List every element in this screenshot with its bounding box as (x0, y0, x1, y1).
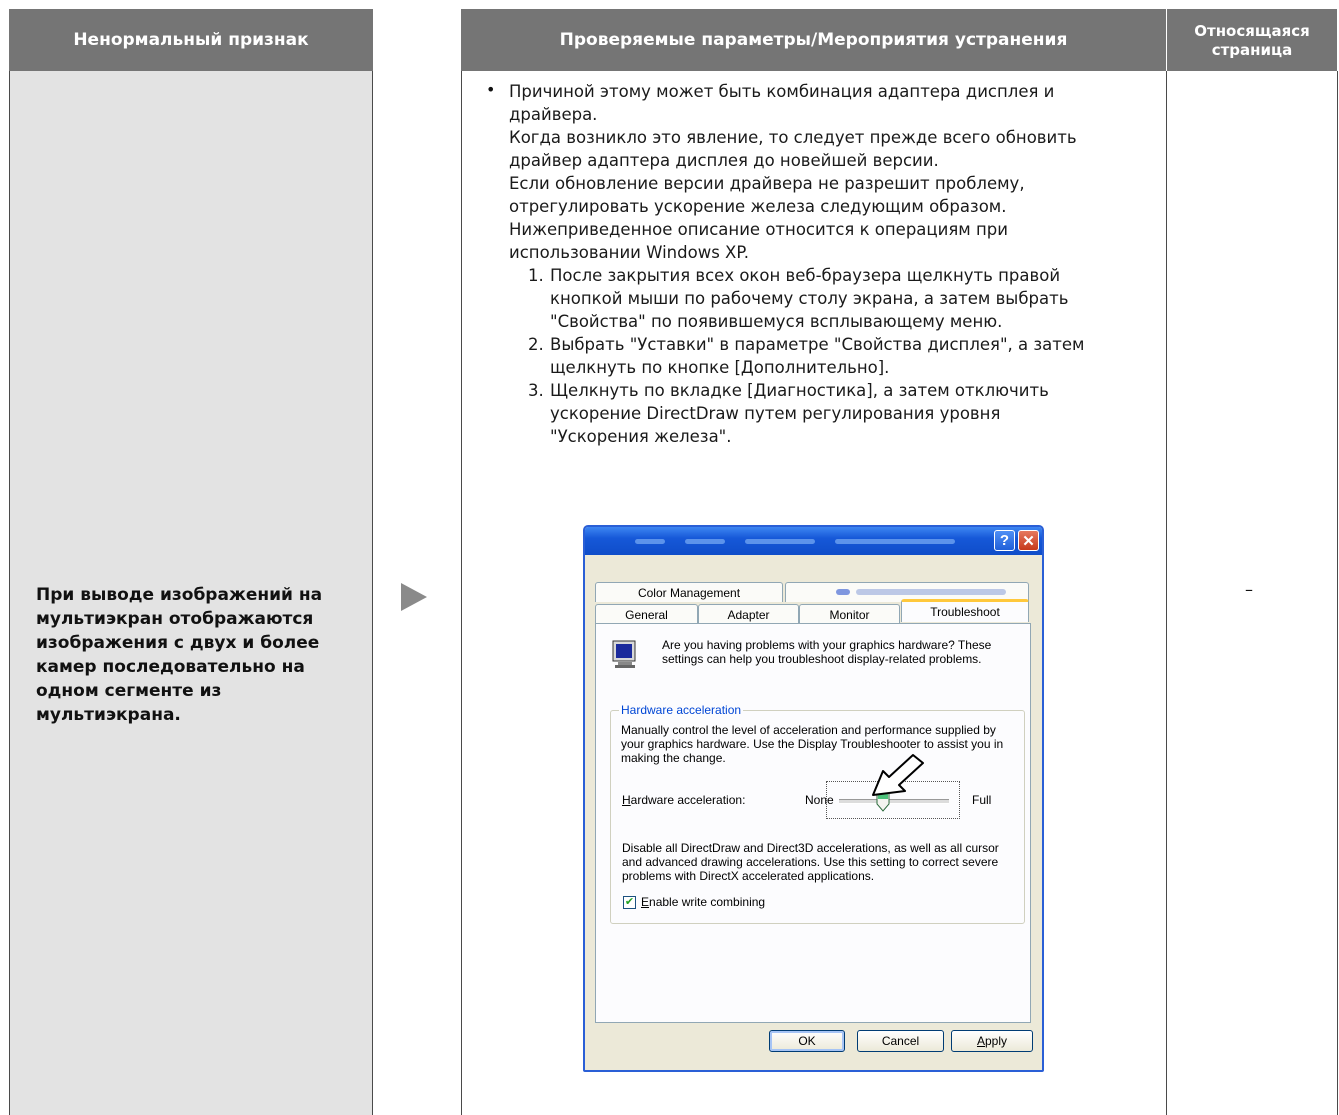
remedy-intro: Причиной этому может быть комбинация ада… (488, 80, 1158, 264)
step-line: "Ускорения железа". (550, 427, 732, 446)
pointer-arrow-icon (872, 754, 924, 796)
step-number: 1. (528, 266, 544, 285)
step-line: "Свойства" по появившемуся всплывающему … (550, 312, 1003, 331)
slider-label: Hardware acceleration: (622, 793, 745, 807)
header-symptom: Ненормальный признак (9, 9, 373, 71)
step-item: 1. После закрытия всех окон веб-браузера… (488, 264, 1158, 333)
step-line: ускорение DirectDraw путем регулирования… (550, 404, 1001, 423)
blurred-title-fragment (835, 539, 955, 544)
step-line: кнопкой мыши по рабочему столу экрана, а… (550, 289, 1069, 308)
close-icon[interactable]: ✕ (1018, 530, 1039, 551)
step-line: Выбрать "Уставки" в параметре "Свойства … (550, 335, 1085, 354)
blurred-tab-icon (836, 589, 850, 595)
cancel-button[interactable]: Cancel (857, 1030, 944, 1052)
group-label: Hardware acceleration (619, 703, 744, 717)
write-combining-row[interactable]: ✔ Enable write combining (623, 895, 765, 909)
display-properties-dialog: ? ✕ Color Management General Adapter Mon… (583, 525, 1044, 1072)
remedy-line: использовании Windows XP. (509, 243, 749, 262)
step-number: 3. (528, 381, 544, 400)
remedy-line: отрегулировать ускорение железа следующи… (509, 197, 1007, 216)
apply-label-text: pply (985, 1034, 1008, 1048)
remedy-line: драйвер адаптера дисплея до новейшей вер… (509, 151, 939, 170)
tab-troubleshoot[interactable]: Troubleshoot (901, 599, 1029, 622)
group-description: Manually control the level of accelerati… (621, 723, 1004, 765)
disable-description: Disable all DirectDraw and Direct3D acce… (622, 841, 999, 883)
symptom-text: При выводе изображений на мультиэкран от… (36, 585, 323, 725)
steps-list: 1. После закрытия всех окон веб-браузера… (488, 264, 1158, 448)
blurred-title-fragment (635, 539, 665, 544)
blurred-title-fragment (685, 539, 725, 544)
tab-monitor[interactable]: Monitor (799, 604, 900, 624)
remedy-text: Причиной этому может быть комбинация ада… (488, 80, 1158, 448)
step-item: 2. Выбрать "Уставки" в параметре "Свойст… (488, 333, 1158, 379)
step-item: 3. Щелкнуть по вкладке [Диагностика], а … (488, 379, 1158, 448)
dialog-titlebar[interactable]: ? ✕ (585, 527, 1042, 555)
symptom-column: При выводе изображений на мультиэкран от… (9, 71, 373, 1115)
ok-button[interactable]: OK (769, 1030, 845, 1052)
tab-color-management[interactable]: Color Management (595, 582, 783, 602)
blurred-title-fragment (745, 539, 815, 544)
tab-general[interactable]: General (595, 604, 698, 624)
play-arrow-icon (401, 583, 427, 611)
checkbox-label-text: nable write combining (649, 895, 766, 909)
tab-adapter[interactable]: Adapter (698, 604, 799, 624)
slider-label-text: ardware acceleration: (630, 793, 746, 807)
remedy-line: Когда возникло это явление, то следует п… (509, 128, 1077, 147)
blurred-tab-label (856, 589, 1006, 595)
monitor-icon (612, 640, 636, 668)
hardware-acceleration-group: Hardware acceleration Manually control t… (610, 703, 1025, 924)
step-line: Щелкнуть по вкладке [Диагностика], а зат… (550, 381, 1049, 400)
step-line: щелкнуть по кнопке [Дополнительно]. (550, 358, 890, 377)
remedy-line: драйвера. (509, 105, 598, 124)
page-reference: – (1245, 580, 1253, 599)
header-page: Относящаяся страница (1167, 9, 1337, 71)
step-line: После закрытия всех окон веб-браузера ще… (550, 266, 1061, 285)
slider-label-accesskey: H (622, 793, 631, 807)
remedy-line: Если обновление версии драйвера не разре… (509, 174, 1025, 193)
slider-max-label: Full (972, 793, 992, 807)
apply-accesskey: A (976, 1034, 985, 1048)
remedy-line: Нижеприведенное описание относится к опе… (509, 220, 1008, 239)
header-checks: Проверяемые параметры/Мероприятия устран… (461, 9, 1166, 71)
troubleshoot-panel: Are you having problems with your graphi… (595, 623, 1031, 1023)
checkmark-icon: ✔ (624, 895, 635, 908)
step-number: 2. (528, 335, 544, 354)
checkbox-label-accesskey: E (641, 895, 650, 909)
remedy-line: Причиной этому может быть комбинация ада… (509, 82, 1055, 101)
troubleshoot-intro: Are you having problems with your graphi… (662, 638, 992, 666)
apply-button[interactable]: Apply (951, 1030, 1033, 1052)
write-combining-checkbox[interactable]: ✔ (623, 895, 636, 909)
slider-track (839, 799, 949, 804)
help-icon[interactable]: ? (994, 530, 1015, 551)
